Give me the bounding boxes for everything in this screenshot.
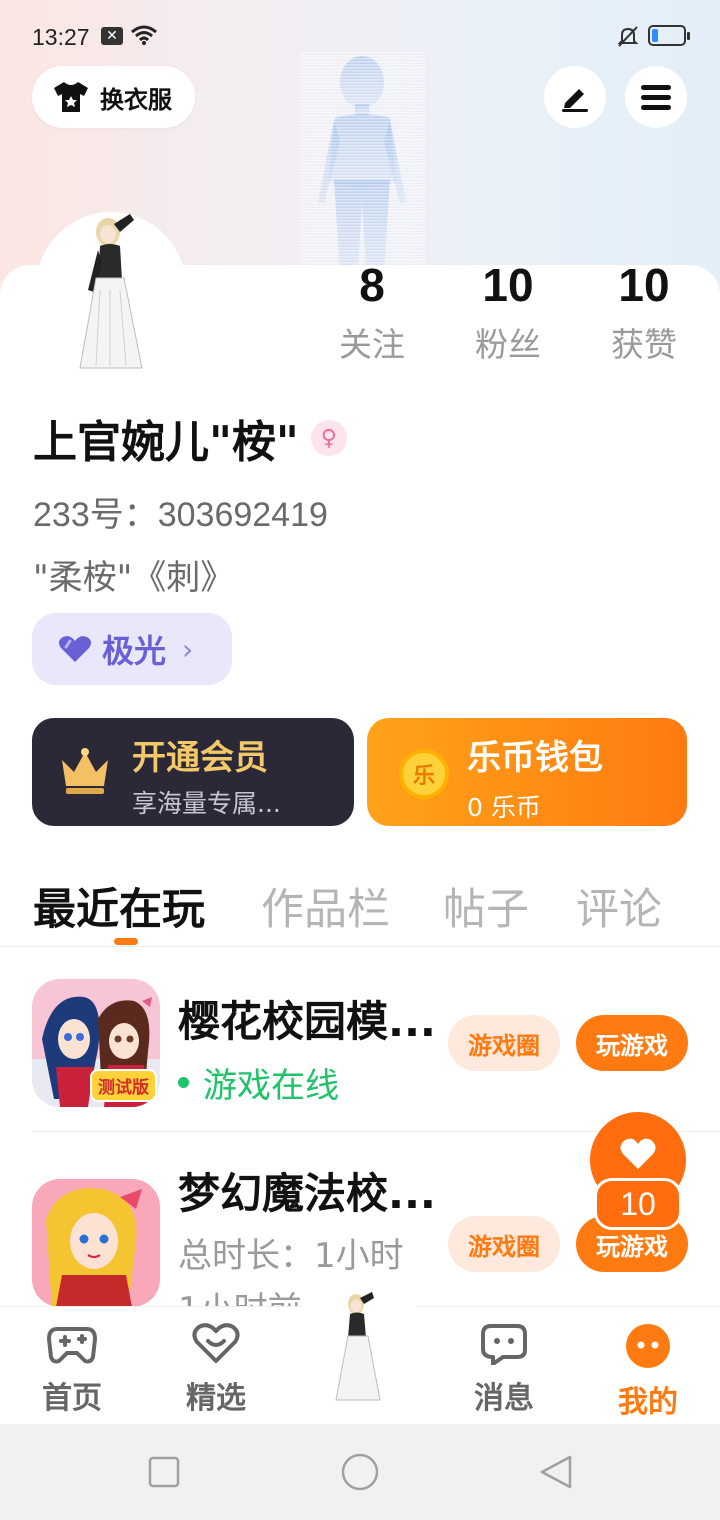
center-avatar-button[interactable] bbox=[330, 1290, 392, 1402]
edit-profile-button[interactable] bbox=[544, 66, 606, 128]
play-game-button[interactable]: 玩游戏 bbox=[576, 1015, 688, 1071]
heart-outline-icon bbox=[192, 1323, 240, 1363]
aurora-badge-button[interactable]: 极光 › bbox=[32, 613, 232, 685]
fans-count: 10 bbox=[482, 259, 534, 311]
vip-membership-card[interactable]: 开通会员 享海量专属... bbox=[32, 718, 354, 826]
home-circle-icon[interactable] bbox=[340, 1452, 380, 1492]
nav-featured[interactable]: 精选 bbox=[166, 1323, 266, 1417]
pen-icon bbox=[562, 89, 588, 112]
active-tab-indicator bbox=[114, 938, 138, 945]
coin-wallet-card[interactable]: 乐 乐币钱包 0 乐币 bbox=[367, 718, 687, 826]
game-icon-magic-school[interactable] bbox=[32, 1179, 160, 1307]
stat-likes[interactable]: 10 获赞 bbox=[589, 258, 699, 366]
crown-icon bbox=[62, 748, 108, 794]
game-name[interactable]: 樱花校园模... bbox=[178, 988, 436, 1049]
like-count-badge: 10 bbox=[594, 1178, 682, 1230]
game-circle-button[interactable]: 游戏圈 bbox=[448, 1015, 560, 1071]
battery-icon bbox=[648, 25, 690, 46]
status-bar: 13:27 ✕ bbox=[0, 0, 720, 72]
online-dot-icon bbox=[178, 1077, 189, 1088]
following-label: 关注 bbox=[339, 325, 405, 364]
recents-square-icon[interactable] bbox=[148, 1456, 180, 1488]
hologram-avatar-figure bbox=[300, 52, 425, 272]
game-playtime: 总时长：1小时 bbox=[178, 1236, 404, 1276]
bell-muted-icon bbox=[617, 26, 639, 47]
profile-face-icon bbox=[626, 1324, 670, 1368]
nav-home[interactable]: 首页 bbox=[22, 1323, 122, 1417]
nav-mine-label: 我的 bbox=[618, 1385, 678, 1420]
game-name[interactable]: 梦幻魔法校... bbox=[178, 1160, 436, 1221]
user-id[interactable]: 233号：303692419 bbox=[33, 487, 328, 536]
aurora-label: 极光 bbox=[102, 632, 167, 670]
heart-icon bbox=[58, 636, 92, 662]
nav-featured-label: 精选 bbox=[186, 1381, 246, 1416]
gamepad-icon bbox=[47, 1327, 97, 1364]
likes-label: 获赞 bbox=[611, 325, 677, 364]
nav-home-label: 首页 bbox=[42, 1381, 102, 1416]
nav-messages-label: 消息 bbox=[474, 1381, 534, 1416]
user-bio: "柔桉"《刺》 bbox=[33, 558, 235, 598]
coin-icon: 乐 bbox=[399, 749, 449, 799]
nav-mine[interactable]: 我的 bbox=[598, 1323, 698, 1421]
following-count: 8 bbox=[359, 259, 385, 311]
username-row: 上官婉儿"桉" ♀ bbox=[33, 406, 347, 470]
tab-posts[interactable]: 帖子 bbox=[443, 875, 529, 937]
game-circle-button[interactable]: 游戏圈 bbox=[448, 1216, 560, 1272]
chat-bubble-icon bbox=[481, 1324, 527, 1365]
tab-comments[interactable]: 评论 bbox=[576, 875, 662, 937]
tshirt-icon bbox=[54, 82, 88, 112]
vip-title: 开通会员 bbox=[132, 738, 268, 778]
game-icon-sakura-school[interactable]: 测试版 bbox=[32, 979, 160, 1107]
status-time: 13:27 bbox=[32, 24, 90, 50]
game-last-played: 1小时前 bbox=[178, 1282, 302, 1306]
vip-subtitle: 享海量专属... bbox=[132, 789, 281, 818]
game-status-row: 游戏在线 bbox=[178, 1058, 339, 1107]
female-gender-icon: ♀ bbox=[310, 420, 347, 456]
change-outfit-button[interactable]: 换衣服 bbox=[32, 66, 195, 128]
heart-icon bbox=[620, 1138, 656, 1169]
wallet-title: 乐币钱包 bbox=[467, 738, 603, 778]
likes-count: 10 bbox=[618, 259, 670, 311]
username: 上官婉儿"桉" bbox=[33, 417, 299, 468]
tab-works[interactable]: 作品栏 bbox=[261, 875, 390, 937]
change-outfit-label: 换衣服 bbox=[100, 85, 172, 114]
game-status: 游戏在线 bbox=[203, 1066, 339, 1106]
test-version-badge: 测试版 bbox=[90, 1069, 157, 1102]
system-navigation-bar bbox=[0, 1424, 720, 1520]
nav-messages[interactable]: 消息 bbox=[454, 1323, 554, 1417]
wallet-balance: 0 乐币 bbox=[467, 793, 541, 822]
chevron-right-icon: › bbox=[182, 632, 194, 666]
menu-button[interactable] bbox=[625, 66, 687, 128]
tab-recent-play[interactable]: 最近在玩 bbox=[33, 875, 205, 937]
hamburger-menu-icon bbox=[641, 85, 671, 110]
back-triangle-icon[interactable] bbox=[538, 1454, 574, 1490]
notification-x-icon: ✕ bbox=[101, 27, 123, 45]
wifi-icon bbox=[131, 25, 157, 45]
avatar[interactable] bbox=[70, 210, 160, 370]
fans-label: 粉丝 bbox=[475, 325, 541, 364]
stat-fans[interactable]: 10 粉丝 bbox=[453, 258, 563, 366]
profile-tabs: 最近在玩 作品栏 帖子 评论 bbox=[0, 875, 720, 947]
stat-following[interactable]: 8 关注 bbox=[317, 258, 427, 366]
